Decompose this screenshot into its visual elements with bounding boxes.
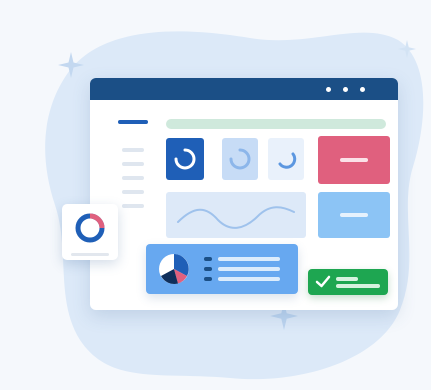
sparkle-icon — [58, 52, 84, 78]
list-card — [146, 244, 298, 294]
window-titlebar — [90, 78, 398, 100]
info-tile-bar — [340, 213, 368, 217]
list-line — [218, 267, 280, 271]
success-badge — [308, 269, 388, 295]
window-dot — [360, 87, 365, 92]
window-dot — [326, 87, 331, 92]
alert-tile-bar — [340, 158, 368, 162]
logo-card — [62, 204, 118, 260]
wave-line — [177, 206, 295, 229]
sidebar-item-active — [118, 120, 148, 124]
wave-chart-tile — [166, 192, 306, 238]
sidebar-item — [122, 190, 144, 194]
spinner-icon — [278, 152, 297, 169]
badge-line — [336, 277, 358, 281]
list-line — [218, 257, 280, 261]
list-bullet — [204, 267, 212, 271]
spinner-tile — [268, 138, 304, 180]
window-dot — [343, 87, 348, 92]
list-line — [218, 277, 280, 281]
spinner-icon — [174, 148, 196, 170]
alert-tile — [318, 136, 390, 184]
sidebar-item — [122, 162, 144, 166]
sidebar-item — [122, 204, 144, 208]
list-bullet — [204, 257, 212, 261]
info-tile — [318, 192, 390, 238]
pie-chart-icon — [159, 254, 189, 284]
ring-logo-icon — [75, 213, 105, 243]
check-icon — [315, 275, 331, 288]
sparkle-icon — [398, 40, 416, 58]
spinner-tile-active — [166, 138, 204, 180]
spinner-tile — [222, 138, 258, 180]
spinner-icon — [229, 148, 251, 170]
logo-card-underline — [71, 253, 109, 256]
list-bullet — [204, 277, 212, 281]
top-progress-bar — [166, 119, 386, 129]
sidebar-item — [122, 176, 144, 180]
badge-line — [336, 284, 380, 288]
sidebar-item — [122, 148, 144, 152]
